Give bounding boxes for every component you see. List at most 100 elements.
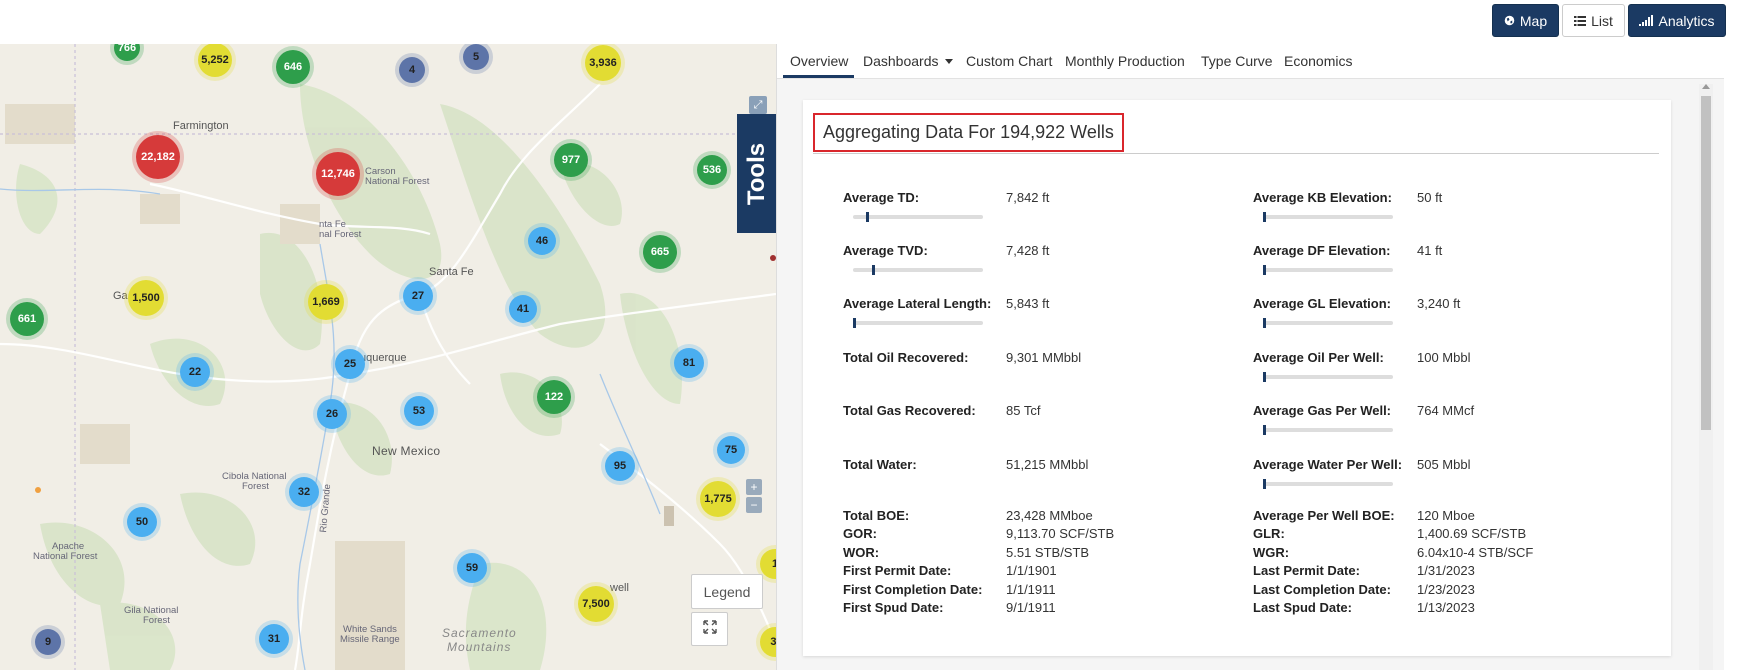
- metric-range-bar: [1263, 479, 1393, 489]
- summary-value: 120 Mboe: [1417, 508, 1475, 523]
- place-label-sacramento: Sacramento: [442, 626, 517, 640]
- tools-tab-label: Tools: [743, 142, 770, 205]
- well-cluster-marker[interactable]: 75: [717, 436, 745, 464]
- analytics-button[interactable]: Analytics: [1628, 4, 1726, 37]
- summary-label: First Completion Date:: [843, 582, 983, 597]
- well-cluster-marker[interactable]: 1,775: [700, 481, 736, 517]
- map-canvas[interactable]: Farmington Carson National Forest nta Fe…: [0, 44, 776, 670]
- bar-chart-icon: [1639, 13, 1654, 29]
- tab-monthly-production-label: Monthly Production: [1065, 53, 1185, 69]
- well-cluster-marker[interactable]: 41: [509, 295, 537, 323]
- tab-monthly-production[interactable]: Monthly Production: [1065, 44, 1185, 78]
- summary-value: 1/23/2023: [1417, 582, 1475, 597]
- panel-scrollbar[interactable]: [1699, 84, 1713, 670]
- well-cluster-marker[interactable]: 5: [463, 44, 489, 70]
- tab-type-curve[interactable]: Type Curve: [1201, 44, 1273, 78]
- well-cluster-marker[interactable]: 32: [289, 477, 319, 507]
- well-cluster-marker[interactable]: 53: [404, 396, 434, 426]
- place-label-sacramento-mountains: Mountains: [447, 640, 512, 654]
- metric-value: 50 ft: [1417, 190, 1443, 205]
- summary-value: 1/1/1911: [1006, 582, 1056, 597]
- metric-range-bar: [1263, 318, 1393, 328]
- summary-label: First Spud Date:: [843, 600, 944, 615]
- well-cluster-marker[interactable]: 536: [697, 155, 727, 185]
- well-cluster-marker[interactable]: 1,669: [308, 284, 344, 320]
- place-label-farmington: Farmington: [173, 120, 229, 132]
- well-cluster-marker[interactable]: 81: [674, 348, 704, 378]
- well-cluster-marker[interactable]: 1,500: [128, 280, 164, 316]
- metric-range-marker: [1263, 479, 1266, 489]
- well-cluster-marker[interactable]: 9: [35, 629, 61, 655]
- metric-range-marker: [872, 265, 875, 275]
- metric-label: Total Water:: [843, 457, 917, 472]
- metric-label: Total Oil Recovered:: [843, 350, 969, 365]
- metric-range-bar: [1263, 425, 1393, 435]
- metric-range-marker: [1263, 318, 1266, 328]
- well-cluster-marker[interactable]: 50: [127, 507, 157, 537]
- collapse-panel-icon[interactable]: ⤢: [749, 96, 767, 114]
- well-cluster-marker[interactable]: 5,252: [198, 44, 232, 77]
- metric-range-marker: [866, 212, 869, 222]
- metric-value: 100 Mbbl: [1417, 350, 1471, 365]
- metric-range-bar: [853, 265, 983, 275]
- well-cluster-marker[interactable]: 977: [554, 143, 588, 177]
- place-label-cibola-forest: Forest: [242, 481, 269, 492]
- well-cluster-marker[interactable]: 661: [10, 302, 44, 336]
- analytics-tabs: Overview Dashboards Custom Chart Monthly…: [777, 44, 1725, 79]
- well-cluster-marker[interactable]: 25: [335, 349, 365, 379]
- metric-label: Average Gas Per Well:: [1253, 403, 1392, 418]
- well-cluster-marker[interactable]: 122: [537, 380, 571, 414]
- title-divider: [813, 153, 1659, 154]
- zoom-out-button[interactable]: −: [746, 497, 762, 513]
- scroll-up-icon[interactable]: [1702, 84, 1710, 89]
- tab-overview[interactable]: Overview: [783, 44, 854, 78]
- well-cluster-marker[interactable]: 59: [457, 553, 487, 583]
- scrollbar-thumb[interactable]: [1701, 96, 1711, 430]
- well-cluster-marker[interactable]: 95: [605, 451, 635, 481]
- tools-tab[interactable]: Tools: [737, 114, 776, 233]
- summary-value: 1/1/1901: [1006, 563, 1057, 578]
- analytics-panel: Overview Dashboards Custom Chart Monthly…: [776, 44, 1725, 670]
- tab-overview-label: Overview: [790, 53, 849, 69]
- summary-value: 1/13/2023: [1417, 600, 1475, 615]
- metric-label: Average KB Elevation:: [1253, 190, 1392, 205]
- well-cluster-marker[interactable]: 665: [643, 235, 677, 269]
- map-button[interactable]: Map: [1492, 4, 1559, 37]
- summary-value: 23,428 MMboe: [1006, 508, 1093, 523]
- metric-label: Average Oil Per Well:: [1253, 350, 1384, 365]
- metric-label: Average GL Elevation:: [1253, 296, 1391, 311]
- globe-icon: [1504, 13, 1515, 29]
- list-button[interactable]: List: [1562, 4, 1625, 37]
- well-cluster-marker[interactable]: 3,936: [585, 45, 621, 81]
- place-label-santa-fe: Santa Fe: [429, 266, 474, 278]
- well-cluster-marker[interactable]: 22,182: [136, 135, 180, 179]
- well-cluster-marker[interactable]: 46: [528, 227, 556, 255]
- summary-value: 9/1/1911: [1006, 600, 1056, 615]
- fullscreen-button[interactable]: [691, 612, 728, 646]
- zoom-in-button[interactable]: +: [746, 479, 762, 495]
- list-icon: [1574, 13, 1587, 29]
- place-label-national-forest: National Forest: [365, 176, 430, 187]
- well-cluster-marker[interactable]: 12,746: [316, 152, 360, 196]
- tab-dashboards[interactable]: Dashboards: [863, 44, 953, 78]
- tab-economics[interactable]: Economics: [1284, 44, 1352, 78]
- well-cluster-marker[interactable]: 7,500: [578, 586, 614, 622]
- well-cluster-marker[interactable]: 4: [399, 57, 425, 83]
- place-label-apache-forest: National Forest: [33, 551, 98, 562]
- legend-button[interactable]: Legend: [691, 574, 763, 609]
- right-edge: [1724, 44, 1742, 670]
- overview-card: Aggregating Data For 194,922 Wells Avera…: [803, 100, 1671, 656]
- tab-custom-chart[interactable]: Custom Chart: [966, 44, 1052, 78]
- summary-label: First Permit Date:: [843, 563, 952, 578]
- summary-label: Last Spud Date:: [1253, 600, 1352, 615]
- place-label-new-mexico: New Mexico: [372, 444, 441, 458]
- metric-range-marker: [1263, 372, 1266, 382]
- well-cluster-marker[interactable]: 31: [259, 624, 289, 654]
- metric-range-marker: [1263, 265, 1266, 275]
- well-cluster-marker[interactable]: 26: [317, 399, 347, 429]
- place-label-albuquerque: uquerque: [360, 352, 407, 364]
- well-cluster-marker[interactable]: 22: [180, 357, 210, 387]
- well-cluster-marker[interactable]: 27: [403, 281, 433, 311]
- well-cluster-marker[interactable]: 646: [276, 50, 310, 84]
- caret-down-icon: [944, 58, 953, 64]
